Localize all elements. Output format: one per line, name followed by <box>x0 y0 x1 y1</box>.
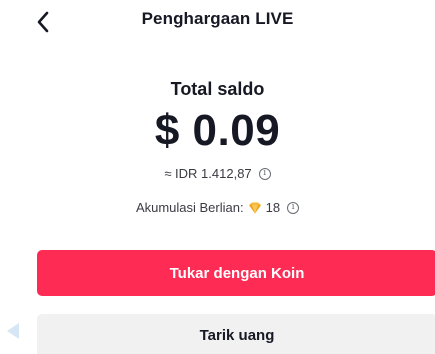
info-icon[interactable]: i <box>287 201 300 214</box>
edge-handle-icon <box>7 323 19 339</box>
header: Penghargaan LIVE <box>0 0 435 46</box>
idr-equivalent-text: ≈ IDR 1.412,87 <box>164 166 252 181</box>
total-balance-label: Total saldo <box>170 79 265 99</box>
diamond-accumulation-label: Akumulasi Berlian: <box>135 200 244 215</box>
page-title: Penghargaan LIVE <box>141 9 294 28</box>
live-rewards-screen: Penghargaan LIVE Total saldo $ 0.09 ≈ ID… <box>0 0 435 354</box>
diamond-icon <box>248 202 262 214</box>
diamond-count: 18 <box>265 200 281 215</box>
exchange-to-coins-button[interactable]: Tukar dengan Koin <box>37 250 435 296</box>
total-balance-amount: $ 0.09 <box>154 106 281 155</box>
withdraw-button[interactable]: Tarik uang <box>37 314 435 354</box>
info-icon[interactable]: i <box>258 167 271 180</box>
diamond-accumulation: Akumulasi Berlian: 18 i <box>0 200 435 215</box>
idr-equivalent: ≈ IDR 1.412,87 i <box>0 166 435 181</box>
